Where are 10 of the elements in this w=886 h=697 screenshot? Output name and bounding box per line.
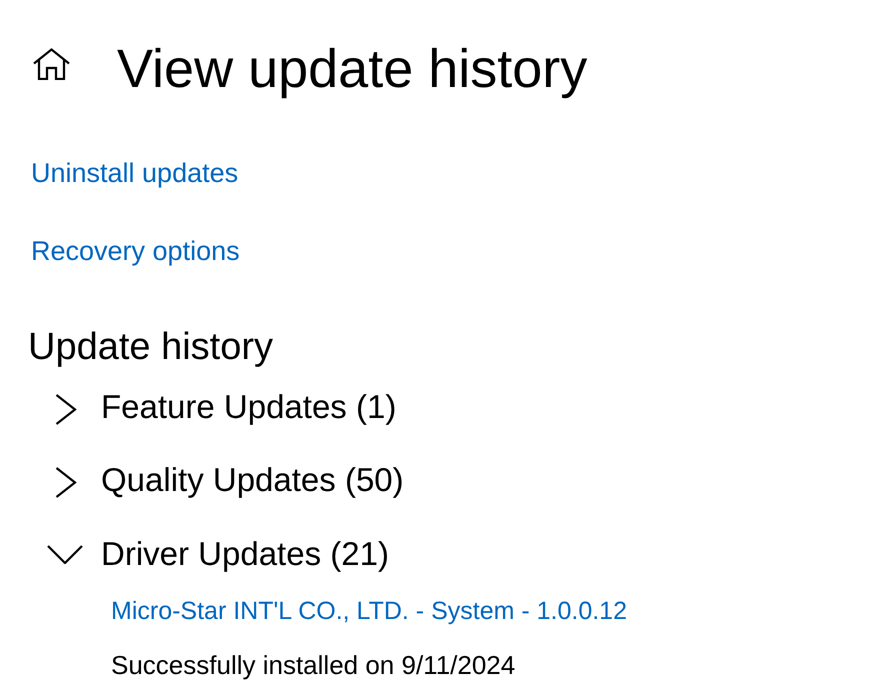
category-expander[interactable]: Feature Updates (1) [45, 390, 396, 425]
category-expander[interactable]: Quality Updates (50) [45, 463, 404, 498]
home-icon[interactable] [33, 48, 70, 80]
settings-link[interactable]: Uninstall updates [31, 160, 238, 187]
update-name-link[interactable]: Micro-Star INT'L CO., LTD. - System - 1.0.0.12 [111, 599, 627, 624]
update-status: Successfully installed on 9/11/2024 [111, 652, 516, 678]
settings-link[interactable]: Recovery options [31, 238, 240, 265]
section-heading: Update history [28, 328, 274, 366]
category-expander[interactable]: Driver Updates (21) [45, 537, 389, 570]
page-title: View update history [117, 42, 588, 96]
